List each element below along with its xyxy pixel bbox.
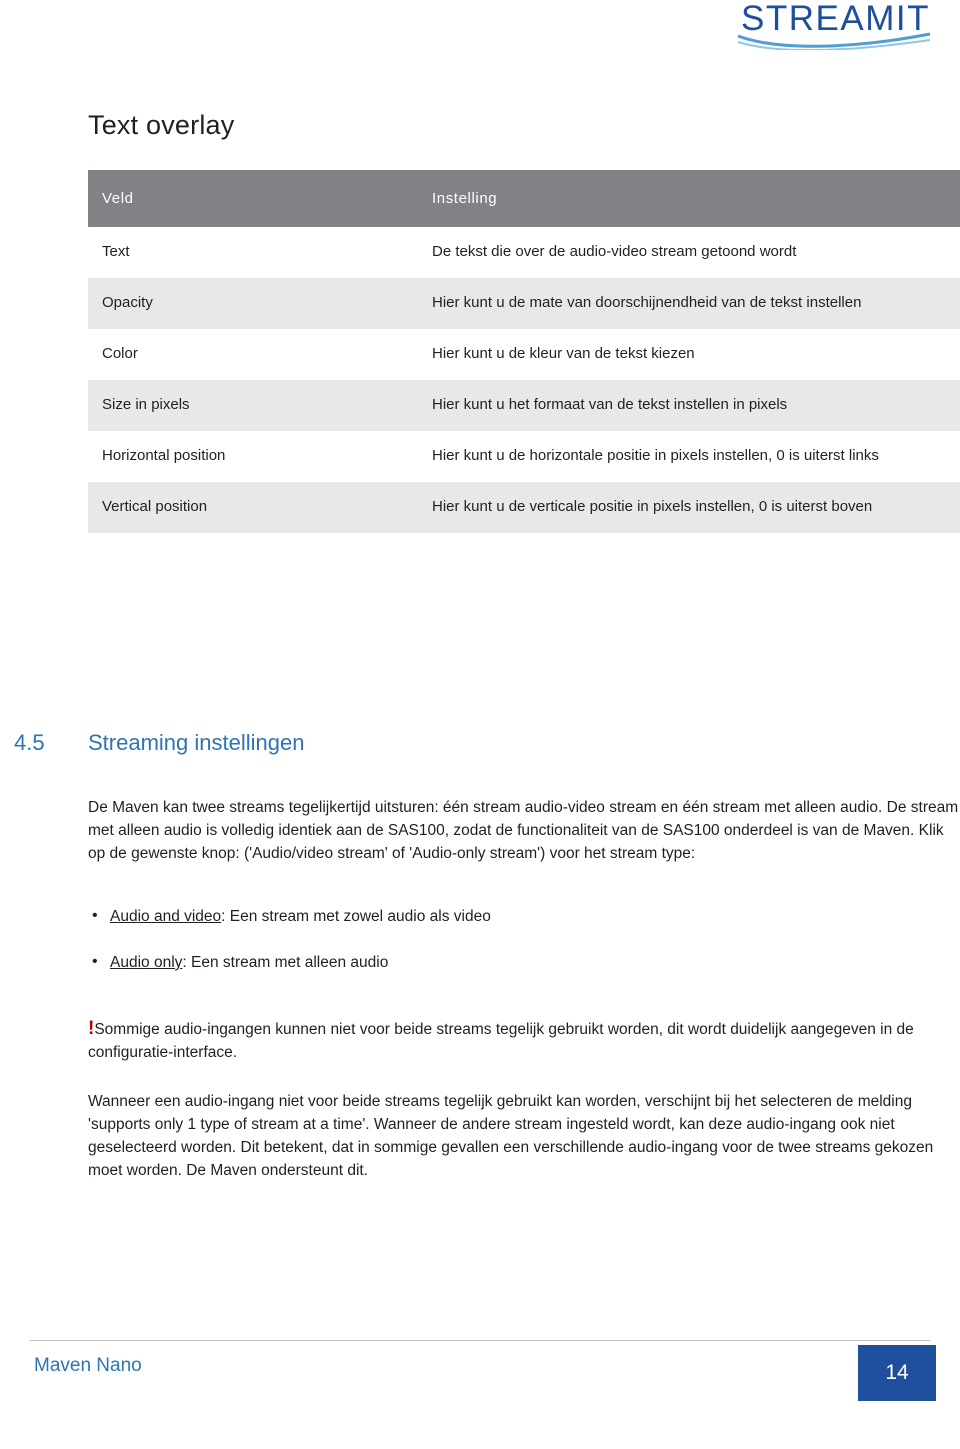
closing-paragraph: Wanneer een audio-ingang niet voor beide… [88,1093,934,1179]
section-number: 4.5 [14,730,45,755]
table-cell-field: Size in pixels [88,380,418,431]
warning-block: !Sommige audio-ingangen kunnen niet voor… [88,1018,960,1064]
footer-document-name: Maven Nano [34,1355,142,1376]
table-row: Vertical position Hier kunt u de vertica… [88,482,960,533]
section-title: Streaming instellingen [88,730,305,755]
table-header-instelling: Instelling [418,170,960,227]
table-row: Horizontal position Hier kunt u de horiz… [88,431,960,482]
stream-type-list: Audio and video: Een stream met zowel au… [88,904,960,997]
table-cell-setting: Hier kunt u het formaat van de tekst ins… [418,380,960,431]
page-title: Text overlay [88,110,235,140]
table-cell-field: Vertical position [88,482,418,533]
table-row: Size in pixels Hier kunt u het formaat v… [88,380,960,431]
footer-page-number: 14 [885,1361,909,1384]
table-row: Color Hier kunt u de kleur van de tekst … [88,329,960,380]
table-cell-field: Color [88,329,418,380]
table-cell-setting: De tekst die over de audio-video stream … [418,227,960,278]
warning-text: Sommige audio-ingangen kunnen niet voor … [88,1021,914,1061]
audio-and-video-label[interactable]: Audio and video [110,908,221,925]
intro-paragraph: De Maven kan twee streams tegelijkertijd… [88,799,959,862]
table-cell-field: Text [88,227,418,278]
table-cell-setting: Hier kunt u de verticale positie in pixe… [418,482,960,533]
audio-only-desc: : Een stream met alleen audio [182,954,389,971]
table-cell-setting: Hier kunt u de kleur van de tekst kiezen [418,329,960,380]
list-item: Audio and video: Een stream met zowel au… [88,904,960,928]
table-cell-setting: Hier kunt u de mate van doorschijnendhei… [418,278,960,329]
table-cell-field: Opacity [88,278,418,329]
table-cell-field: Horizontal position [88,431,418,482]
logo-swoosh-icon [737,32,931,50]
brand-logo: STREAMIT [736,0,932,52]
table-row: Text De tekst die over de audio-video st… [88,227,960,278]
table-cell-setting: Hier kunt u de horizontale positie in pi… [418,431,960,482]
footer-divider [30,1340,930,1341]
table-header-veld: Veld [88,170,418,227]
table-row: Opacity Hier kunt u de mate van doorschi… [88,278,960,329]
audio-only-label[interactable]: Audio only [110,954,182,971]
text-overlay-table: Veld Instelling Text De tekst die over d… [88,170,960,533]
audio-and-video-desc: : Een stream met zowel audio als video [221,908,491,925]
table-header-row: Veld Instelling [88,170,960,227]
list-item: Audio only: Een stream met alleen audio [88,950,960,974]
